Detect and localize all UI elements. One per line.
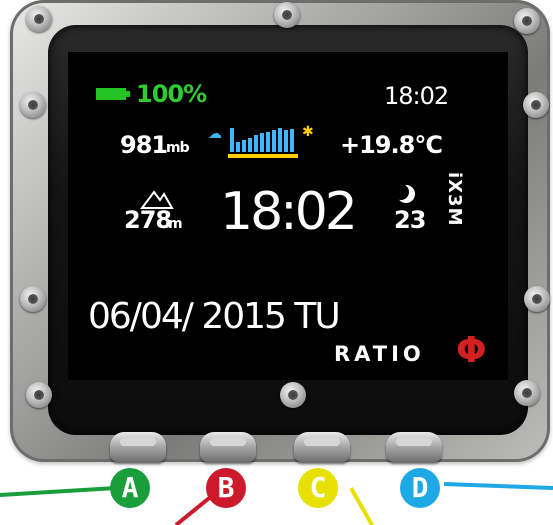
callout-line-d: [443, 482, 553, 490]
screw-icon: [514, 8, 540, 34]
brand-logo-symbol: Φ: [456, 330, 487, 371]
clock-large: 18:02: [220, 182, 358, 242]
cloud-icon: ☁: [208, 126, 222, 142]
callout-b: B: [206, 468, 246, 508]
screw-icon: [524, 286, 550, 312]
altitude-value: 278: [124, 206, 172, 234]
screw-icon: [20, 286, 46, 312]
button-b[interactable]: [200, 432, 256, 462]
moon-value: 23: [394, 206, 426, 234]
screw-icon: [523, 92, 549, 118]
callout-line-a: [0, 486, 117, 497]
barometer-baseline: [228, 154, 298, 158]
screw-icon: [274, 2, 300, 28]
temperature: +19.8°C: [340, 131, 443, 159]
screw-icon: [26, 6, 52, 32]
barometer-bar: [260, 133, 264, 152]
callout-d: D: [400, 468, 440, 508]
sun-icon: ✱: [302, 124, 314, 140]
screw-icon: [26, 382, 52, 408]
battery-tip: [126, 91, 130, 97]
callout-line-c: [349, 487, 374, 525]
moon-icon: [394, 184, 415, 203]
altitude-unit: m: [168, 216, 183, 232]
brand-logo-text: RATIO: [334, 342, 425, 366]
barometer-bar: [236, 142, 240, 152]
barometer-bar: [242, 140, 246, 152]
barometer-bar: [272, 130, 276, 152]
barometer-bar: [284, 130, 288, 152]
barometer-bar: [230, 128, 234, 152]
battery-percent: 100%: [136, 80, 207, 108]
callout-c: C: [298, 468, 338, 508]
pressure-value: 981: [120, 131, 168, 159]
button-c[interactable]: [294, 432, 350, 462]
screw-icon: [20, 92, 46, 118]
callout-a: A: [110, 468, 150, 508]
barometer-bar: [254, 135, 258, 152]
screw-icon: [280, 382, 306, 408]
pressure-unit: mb: [166, 140, 190, 156]
screw-icon: [514, 380, 540, 406]
barometer-bar: [266, 132, 270, 152]
barometer-bar: [290, 129, 294, 152]
button-a[interactable]: [110, 432, 166, 462]
barometer-trend: [228, 126, 298, 158]
model-label: iX3M: [444, 172, 465, 227]
barometer-bar: [248, 138, 252, 152]
clock-small: 18:02: [384, 82, 449, 110]
button-d[interactable]: [386, 432, 442, 462]
battery-icon: [96, 88, 126, 100]
barometer-bar: [278, 128, 282, 152]
date: 06/04/ 2015 TU: [88, 296, 341, 337]
